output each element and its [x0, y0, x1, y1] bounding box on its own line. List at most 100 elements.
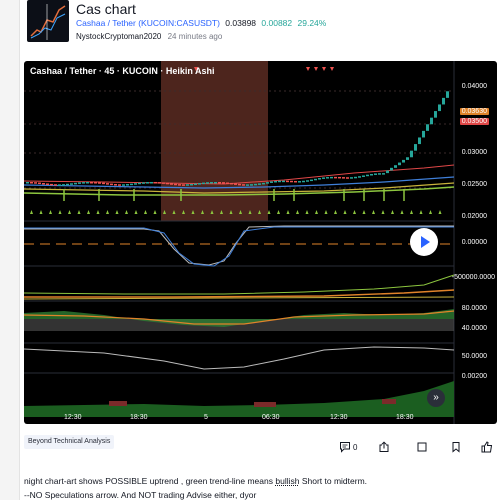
candle — [326, 177, 329, 179]
symbol-link[interactable]: Cashaa / Tether (KUCOIN:CASUSDT) — [76, 18, 220, 28]
candle — [362, 175, 365, 177]
candle — [118, 184, 121, 186]
candle — [426, 124, 429, 131]
osc1-tick: 0.00000 — [461, 239, 487, 246]
candle — [218, 181, 221, 184]
candle — [414, 144, 417, 151]
price-tick: 0.03000 — [461, 149, 487, 156]
candle — [154, 181, 157, 184]
buy-marker — [391, 210, 394, 214]
candle — [330, 176, 333, 179]
candle — [370, 173, 373, 176]
osc4-tick: 50.0000 — [461, 353, 487, 360]
idea-header: Cas chart Cashaa / Tether (KUCOIN:CASUSD… — [27, 0, 500, 50]
share-button[interactable] — [378, 441, 390, 455]
candle — [166, 182, 169, 185]
candle — [334, 176, 337, 179]
candle — [318, 178, 321, 180]
candle — [270, 181, 273, 183]
fast-forward-icon[interactable]: » — [427, 389, 445, 407]
link-button[interactable] — [416, 441, 428, 455]
candle — [58, 184, 61, 186]
candle — [446, 91, 449, 98]
osc3-tick: 40.0000 — [461, 325, 487, 332]
candle — [110, 183, 113, 186]
buy-marker — [77, 210, 81, 214]
idea-tag[interactable]: Beyond Technical Analysis — [24, 435, 115, 449]
buy-marker — [30, 210, 33, 214]
author-avatar[interactable] — [27, 0, 69, 42]
play-icon[interactable] — [410, 228, 438, 256]
candle — [382, 173, 385, 175]
chart-image[interactable]: Cashaa / Tether · 45 · KUCOIN · Heikin A… — [24, 61, 497, 424]
candle — [290, 180, 293, 183]
candle — [150, 181, 153, 184]
thumbs-up-icon — [481, 441, 493, 453]
description-term[interactable]: bullish — [275, 476, 299, 486]
buy-marker — [49, 210, 52, 214]
candle — [42, 182, 45, 185]
candle — [90, 181, 93, 184]
candle — [82, 182, 85, 184]
candle — [438, 104, 441, 112]
like-button[interactable] — [481, 441, 495, 455]
bookmark-icon — [452, 442, 460, 453]
candle — [194, 183, 197, 186]
buy-marker — [429, 210, 432, 214]
buy-marker — [277, 210, 280, 214]
candle — [198, 183, 201, 185]
price-tag-current: 0.03630 — [459, 108, 489, 115]
buy-marker — [134, 210, 138, 214]
author-name[interactable]: NystockCryptoman2020 — [76, 32, 161, 41]
candle — [434, 111, 437, 118]
candle — [94, 182, 97, 184]
candle — [114, 184, 117, 186]
candle — [350, 177, 353, 179]
highlight-region — [161, 61, 268, 221]
author-line: NystockCryptoman2020 24 minutes ago — [76, 32, 222, 41]
share-icon — [379, 441, 389, 452]
buy-marker — [362, 210, 366, 214]
candle — [238, 183, 241, 186]
candle — [170, 183, 173, 185]
comments-button[interactable] — [339, 441, 351, 455]
time-label: 12:30 — [330, 414, 348, 421]
candle — [398, 162, 401, 166]
candle — [302, 180, 305, 183]
bookmark-button[interactable] — [450, 441, 462, 455]
buy-marker — [125, 210, 128, 214]
comments-count: 0 — [353, 443, 358, 452]
candle — [54, 184, 57, 186]
candle — [250, 184, 253, 186]
candle — [338, 176, 341, 179]
candle — [374, 173, 377, 175]
osc3-tick: 80.0000 — [461, 305, 487, 312]
candle — [310, 179, 313, 182]
candle — [430, 117, 433, 125]
candle — [158, 182, 161, 184]
candle — [70, 183, 73, 185]
buy-marker — [296, 210, 299, 214]
publish-time: 24 minutes ago — [167, 32, 223, 41]
candle — [126, 184, 129, 186]
oscillator-line — [24, 225, 454, 266]
candle — [186, 184, 189, 186]
price-change: 0.00882 — [261, 18, 293, 28]
symbol-line: Cashaa / Tether (KUCOIN:CASUSDT) 0.03898… — [76, 18, 326, 28]
candle — [46, 183, 49, 185]
candle — [278, 180, 281, 183]
candle — [30, 182, 33, 184]
candle — [26, 182, 29, 184]
buy-marker — [96, 210, 100, 214]
candle — [442, 97, 445, 105]
buy-marker — [115, 210, 119, 214]
buy-marker — [438, 210, 442, 214]
candle — [254, 183, 257, 186]
buy-marker — [144, 210, 147, 214]
candle — [422, 130, 425, 138]
osc2-tick: -500000.0000 — [451, 274, 495, 281]
candle — [130, 183, 133, 186]
candle — [242, 184, 245, 186]
buy-marker — [106, 210, 109, 214]
candle — [390, 167, 393, 171]
